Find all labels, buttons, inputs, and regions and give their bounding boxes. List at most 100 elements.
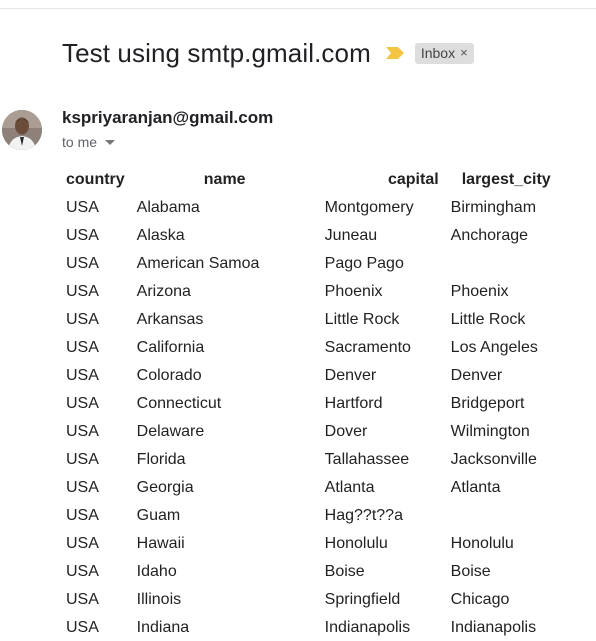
chevron-down-icon[interactable] (105, 139, 116, 145)
inbox-label-chip: Inbox × (414, 42, 474, 64)
cell-capital: Dover (324, 423, 368, 440)
table-row: USA Delaware Dover Wilmington (60, 418, 557, 446)
cell-largest-city: Jacksonville (450, 451, 537, 468)
cell-largest-city: Birmingham (450, 199, 537, 216)
cell-largest-city: Wilmington (450, 423, 530, 440)
recipient-dropdown[interactable]: to me (62, 134, 116, 150)
cell-capital: Springfield (324, 591, 401, 608)
cell-capital: Montgomery (324, 199, 414, 216)
cell-country: USA (66, 535, 99, 552)
cell-country: USA (66, 367, 99, 384)
table-body: USA Alabama Montgomery Birmingham USA Alaska J… (60, 194, 557, 641)
cell-country: USA (66, 227, 99, 244)
email-subject: Test using smtp.gmail.com (62, 37, 371, 68)
cell-capital: Phoenix (324, 283, 383, 300)
cell-capital: Pago Pago (324, 255, 404, 272)
table-row: USA Georgia Atlanta Atlanta (60, 474, 557, 502)
cell-largest-city: Atlanta (450, 479, 501, 496)
cell-largest-city: Bridgeport (450, 395, 525, 412)
cell-largest-city: Little Rock (450, 311, 526, 328)
table-row: USA Indiana Indianapolis Indianapolis (60, 614, 557, 641)
cell-largest-city: Phoenix (450, 283, 509, 300)
cell-name: Guam (136, 507, 181, 524)
top-divider (0, 8, 596, 9)
header-capital: capital (387, 171, 439, 188)
cell-country: USA (66, 591, 99, 608)
data-table: country name capital largest_city USA Ala… (60, 166, 557, 641)
cell-country: USA (66, 423, 99, 440)
cell-name: Indiana (136, 619, 190, 636)
table-row: USA Arizona Phoenix Phoenix (60, 278, 557, 306)
cell-largest-city (445, 502, 557, 530)
cell-largest-city: Los Angeles (450, 339, 538, 356)
cell-name: Colorado (136, 367, 202, 384)
cell-largest-city: Indianapolis (450, 619, 537, 636)
table-row: USA Arkansas Little Rock Little Rock (60, 306, 557, 334)
cell-capital: Little Rock (324, 311, 400, 328)
cell-name: Hawaii (136, 535, 185, 552)
table-row: USA American Samoa Pago Pago (60, 250, 557, 278)
cell-name: American Samoa (136, 255, 260, 272)
subject-row: Test using smtp.gmail.com Inbox × (62, 36, 474, 70)
table-row: USA Colorado Denver Denver (60, 362, 557, 390)
remove-label-button[interactable]: × (460, 45, 468, 60)
cell-country: USA (66, 563, 99, 580)
cell-capital: Hartford (324, 395, 383, 412)
cell-country: USA (66, 339, 99, 356)
cell-country: USA (66, 479, 99, 496)
cell-name: Arizona (136, 283, 191, 300)
cell-name: Illinois (136, 591, 182, 608)
cell-country: USA (66, 619, 99, 636)
cell-capital: Denver (324, 367, 377, 384)
cell-capital: Honolulu (324, 535, 388, 552)
cell-country: USA (66, 395, 99, 412)
table-row: USA Hawaii Honolulu Honolulu (60, 530, 557, 558)
table-row: USA Connecticut Hartford Bridgeport (60, 390, 557, 418)
email-view: Test using smtp.gmail.com Inbox × kspriy… (0, 0, 596, 641)
header-country: country (66, 171, 125, 188)
cell-capital: Juneau (324, 227, 378, 244)
sender-email: kspriyaranjan@gmail.com (62, 108, 274, 127)
table-row: USA Alaska Juneau Anchorage (60, 222, 557, 250)
cell-name: Arkansas (136, 311, 204, 328)
table-header-row: country name capital largest_city (60, 166, 557, 194)
cell-country: USA (66, 283, 99, 300)
cell-name: Alaska (136, 227, 185, 244)
cell-country: USA (66, 255, 99, 272)
table-row: USA Florida Tallahassee Jacksonville (60, 446, 557, 474)
table-row: USA California Sacramento Los Angeles (60, 334, 557, 362)
cell-capital: Tallahassee (324, 451, 410, 468)
header-largest-city: largest_city (461, 171, 551, 188)
cell-name: Connecticut (136, 395, 222, 412)
cell-largest-city (445, 250, 557, 278)
cell-country: USA (66, 199, 99, 216)
cell-capital: Hag??t??a (324, 507, 403, 524)
cell-largest-city: Honolulu (450, 535, 514, 552)
cell-capital: Boise (324, 563, 365, 580)
cell-capital: Sacramento (324, 339, 411, 356)
cell-name: Florida (136, 451, 186, 468)
cell-largest-city: Anchorage (450, 227, 529, 244)
cell-name: Georgia (136, 479, 194, 496)
header-name: name (203, 171, 246, 188)
cell-capital: Atlanta (324, 479, 375, 496)
cell-name: Delaware (136, 423, 205, 440)
importance-marker-icon[interactable] (385, 46, 405, 60)
table-row: USA Illinois Springfield Chicago (60, 586, 557, 614)
table-row: USA Guam Hag??t??a (60, 502, 557, 530)
cell-capital: Indianapolis (324, 619, 411, 636)
table-row: USA Alabama Montgomery Birmingham (60, 194, 557, 222)
cell-largest-city: Chicago (450, 591, 510, 608)
cell-name: Alabama (136, 199, 200, 216)
cell-name: California (136, 339, 205, 356)
cell-country: USA (66, 507, 99, 524)
cell-largest-city: Boise (450, 563, 491, 580)
table-row: USA Idaho Boise Boise (60, 558, 557, 586)
cell-country: USA (66, 311, 99, 328)
recipient-label: to me (62, 134, 98, 150)
cell-country: USA (66, 451, 99, 468)
label-text: Inbox (420, 44, 456, 61)
cell-name: Idaho (136, 563, 177, 580)
avatar[interactable] (2, 110, 42, 150)
cell-largest-city: Denver (450, 367, 503, 384)
